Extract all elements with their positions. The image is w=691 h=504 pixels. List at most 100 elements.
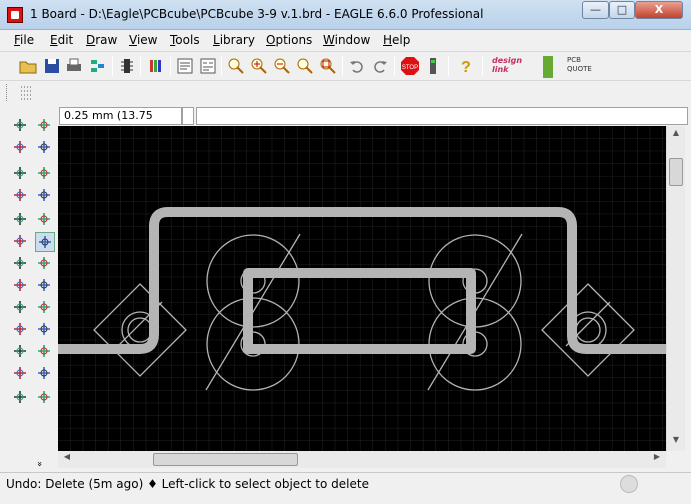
undo-icon[interactable] [347, 56, 367, 76]
window-title: 1 Board - D:\Eagle\PCBcube\PCBcube 3-9 v… [30, 7, 484, 21]
grid-icon[interactable] [18, 84, 36, 102]
menu-draw-label: raw [95, 33, 118, 47]
menu-library[interactable]: Library [213, 33, 255, 47]
wire-icon[interactable] [11, 364, 31, 384]
svg-text:?: ? [461, 59, 471, 76]
scroll-down-icon[interactable]: ▼ [669, 435, 683, 449]
minimize-button[interactable]: — [582, 1, 609, 19]
horizontal-scrollbar[interactable]: ◀ ▶ [58, 451, 666, 468]
command-toolbar: » [0, 106, 58, 470]
zoom-select-icon[interactable] [318, 56, 338, 76]
coordinate-bar: 0.25 mm (13.75 51.50) [58, 106, 691, 138]
vertical-scrollbar[interactable]: ▲ ▼ [666, 126, 685, 451]
vertical-scroll-thumb[interactable] [669, 158, 683, 186]
delete-icon[interactable] [35, 232, 55, 252]
menu-view-label: iew [136, 33, 158, 47]
menu-edit[interactable]: Edit [50, 33, 73, 47]
route-icon[interactable] [11, 342, 31, 362]
zoom-in-icon[interactable] [249, 56, 269, 76]
zoom-redraw-icon[interactable] [295, 56, 315, 76]
rotate-icon[interactable] [35, 186, 55, 206]
display-icon[interactable] [11, 138, 31, 158]
status-indicator-icon [620, 475, 638, 493]
menu-help[interactable]: Help [383, 33, 410, 47]
more-tools-chevron-icon[interactable]: » [24, 454, 44, 474]
menu-draw-accel: D [86, 33, 96, 47]
menu-library-accel: L [213, 33, 220, 47]
toolbar-separator [170, 56, 171, 76]
title-bar: 1 Board - D:\Eagle\PCBcube\PCBcube 3-9 v… [0, 0, 691, 30]
command-line-input[interactable] [196, 107, 688, 125]
status-bar: Undo: Delete (5m ago) ♦ Left-click to se… [0, 472, 691, 494]
menu-tools-label: ools [175, 33, 200, 47]
toolbar-separator [482, 56, 483, 76]
scroll-up-icon[interactable]: ▲ [669, 128, 683, 142]
mirror-icon[interactable] [11, 186, 31, 206]
add-icon[interactable] [11, 254, 31, 274]
ulp-icon[interactable] [198, 56, 218, 76]
go-icon[interactable] [423, 56, 443, 76]
name-icon[interactable] [35, 254, 55, 274]
cam-icon[interactable] [88, 56, 108, 76]
menu-tools[interactable]: Tools [170, 33, 200, 47]
maximize-button[interactable]: □ [609, 1, 635, 19]
zoom-fit-icon[interactable] [226, 56, 246, 76]
menu-file[interactable]: File [14, 33, 34, 47]
paste-icon[interactable] [11, 232, 31, 252]
scroll-left-icon[interactable]: ◀ [60, 452, 74, 466]
pcb-quote-icon[interactable]: PCB QUOTE [543, 56, 592, 78]
menu-view[interactable]: View [129, 33, 157, 47]
show-icon[interactable] [35, 116, 55, 136]
design-link-icon[interactable]: design link [492, 56, 536, 78]
zoom-out-icon[interactable] [272, 56, 292, 76]
command-history-button[interactable] [182, 107, 194, 125]
via-icon[interactable] [35, 388, 55, 408]
script-icon[interactable] [175, 56, 195, 76]
menu-options[interactable]: Options [266, 33, 312, 47]
lock-icon[interactable] [11, 298, 31, 318]
signal-icon[interactable] [11, 388, 31, 408]
menu-window[interactable]: Window [323, 33, 370, 47]
miter-icon[interactable] [35, 298, 55, 318]
print-icon[interactable] [64, 56, 84, 76]
menu-help-accel: H [383, 33, 393, 47]
group-icon[interactable] [11, 210, 31, 230]
menu-window-accel: W [323, 33, 335, 47]
text-icon[interactable] [35, 364, 55, 384]
close-button[interactable]: X [635, 1, 683, 19]
component-icon[interactable] [117, 56, 137, 76]
split-icon[interactable] [11, 320, 31, 340]
smash-icon[interactable] [35, 276, 55, 296]
help-icon[interactable]: ? [456, 56, 476, 76]
menu-edit-label: dit [57, 33, 74, 47]
menu-window-label: indow [334, 33, 371, 47]
change-icon[interactable] [35, 210, 55, 230]
toolbar-grip[interactable] [6, 84, 9, 101]
board-canvas[interactable] [58, 126, 666, 451]
scroll-right-icon[interactable]: ▶ [650, 452, 664, 466]
save-icon[interactable] [42, 56, 62, 76]
menu-edit-accel: E [50, 33, 58, 47]
toolbar-separator [448, 56, 449, 76]
main-toolbar: STOP ? design link PCB QUOTE [0, 51, 691, 79]
menu-file-label: ile [20, 33, 35, 47]
ripup-icon[interactable] [35, 342, 55, 362]
optimize-icon[interactable] [35, 320, 55, 340]
coordinate-readout: 0.25 mm (13.75 51.50) [59, 107, 182, 138]
menu-bar: File Edit Draw View Tools Library Option… [0, 30, 691, 50]
library-icon[interactable] [146, 56, 166, 76]
parameter-toolbar [0, 80, 691, 104]
info-icon[interactable] [11, 116, 31, 136]
open-icon[interactable] [18, 56, 38, 76]
mark-icon[interactable] [35, 138, 55, 158]
move-icon[interactable] [11, 164, 31, 184]
value-icon[interactable] [11, 276, 31, 296]
toolbar-separator [394, 56, 395, 76]
stop-icon[interactable]: STOP [400, 56, 420, 76]
redo-icon[interactable] [370, 56, 390, 76]
toolbar-separator [112, 56, 113, 76]
copy-icon[interactable] [35, 164, 55, 184]
horizontal-scroll-thumb[interactable] [153, 453, 298, 466]
eagle-app-icon [7, 7, 23, 23]
menu-draw[interactable]: Draw [86, 33, 117, 47]
